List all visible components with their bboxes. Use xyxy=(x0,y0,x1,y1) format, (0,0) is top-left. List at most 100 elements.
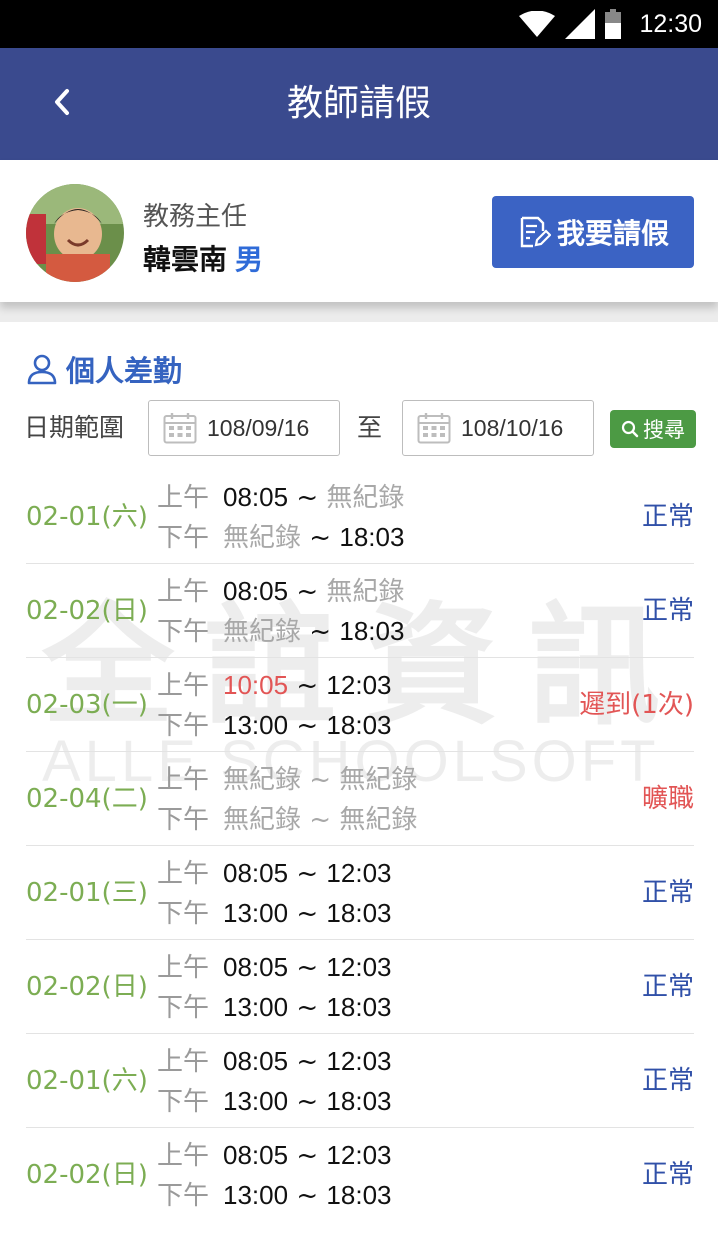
afternoon-line: 下午 13:00 ~ 18:03 xyxy=(157,708,392,742)
clock-out: 18:03 xyxy=(326,992,392,1022)
afternoon-label: 下午 xyxy=(157,617,210,647)
morning-label: 上午 xyxy=(157,1047,210,1077)
afternoon-label: 下午 xyxy=(157,805,210,835)
time-separator: ~ xyxy=(296,1047,319,1077)
time-separator: ~ xyxy=(296,1181,319,1211)
time-separator: ~ xyxy=(309,805,332,835)
clock-in: 13:00 xyxy=(223,898,289,928)
attendance-row[interactable]: 02-02(日) 上午 08:05 ~ 無紀錄 下午 無紀錄 ~ 18:03 正常 xyxy=(26,564,694,658)
afternoon-label: 下午 xyxy=(157,1181,210,1211)
time-separator: ~ xyxy=(296,671,319,701)
clock-out: 無紀錄 xyxy=(326,482,405,512)
page-title: 教師請假 xyxy=(286,83,431,124)
morning-line: 上午 08:05 ~ 12:03 xyxy=(157,856,392,890)
avatar xyxy=(26,184,124,282)
status-badge: 正常 xyxy=(641,878,694,908)
search-icon xyxy=(621,420,639,438)
clock-in: 10:05 xyxy=(223,670,289,700)
attendance-row[interactable]: 02-02(日) 上午 08:05 ~ 12:03 下午 13:00 ~ 18:03… xyxy=(26,940,694,1034)
start-date-field[interactable]: 108/09/16 xyxy=(148,400,340,456)
section-header: 個人差勤 xyxy=(26,348,182,390)
morning-line: 上午 08:05 ~ 12:03 xyxy=(157,950,392,984)
time-separator: ~ xyxy=(296,953,319,983)
clock-out: 18:03 xyxy=(326,710,392,740)
clock-out: 18:03 xyxy=(326,898,392,928)
afternoon-line: 下午 13:00 ~ 18:03 xyxy=(157,896,392,930)
clock-in: 13:00 xyxy=(223,1180,289,1210)
battery-icon xyxy=(605,9,622,39)
profile-card: 教務主任 韓雲南男 我要請假 xyxy=(0,160,718,302)
app-bar: 教師請假 xyxy=(0,48,718,160)
clock-in: 08:05 xyxy=(223,858,289,888)
time-separator: ~ xyxy=(309,523,332,553)
clock-out: 無紀錄 xyxy=(339,764,418,794)
user-icon xyxy=(27,354,57,385)
status-badge: 曠職 xyxy=(641,784,694,814)
request-leave-label: 我要請假 xyxy=(556,217,669,250)
clock-in: 無紀錄 xyxy=(223,764,302,794)
clock-in: 13:00 xyxy=(223,1086,289,1116)
time-separator: ~ xyxy=(296,711,319,741)
clock-in: 08:05 xyxy=(223,482,289,512)
morning-label: 上午 xyxy=(157,483,210,513)
time-separator: ~ xyxy=(296,1087,319,1117)
attendance-row[interactable]: 02-03(一) 上午 10:05 ~ 12:03 下午 13:00 ~ 18:03… xyxy=(26,658,694,752)
record-date: 02-02(日) xyxy=(26,596,148,626)
date-range-label: 日期範圍 xyxy=(24,413,125,442)
morning-line: 上午 08:05 ~ 無紀錄 xyxy=(157,574,404,608)
clock-out: 18:03 xyxy=(339,616,405,646)
edit-document-icon xyxy=(520,216,551,248)
afternoon-line: 下午 無紀錄 ~ 18:03 xyxy=(157,520,404,554)
attendance-row[interactable]: 02-01(六) 上午 08:05 ~ 12:03 下午 13:00 ~ 18:03… xyxy=(26,1034,694,1128)
search-label: 搜尋 xyxy=(643,418,685,442)
attendance-list: 02-01(六) 上午 08:05 ~ 無紀錄 下午 無紀錄 ~ 18:03 正常 … xyxy=(26,470,694,1222)
record-date: 02-03(一) xyxy=(26,690,148,720)
teacher-name-line: 韓雲南男 xyxy=(143,238,263,278)
section-title: 個人差勤 xyxy=(66,354,183,388)
morning-line: 上午 08:05 ~ 12:03 xyxy=(157,1044,392,1078)
status-badge: 正常 xyxy=(641,502,694,532)
clock-out: 12:03 xyxy=(326,1046,392,1076)
back-button[interactable] xyxy=(36,76,88,128)
record-date: 02-02(日) xyxy=(26,972,148,1002)
attendance-row[interactable]: 02-01(六) 上午 08:05 ~ 無紀錄 下午 無紀錄 ~ 18:03 正常 xyxy=(26,470,694,564)
clock-out: 12:03 xyxy=(326,952,392,982)
request-leave-button[interactable]: 我要請假 xyxy=(492,196,694,268)
time-separator: ~ xyxy=(309,765,332,795)
clock-in: 13:00 xyxy=(223,992,289,1022)
clock-out: 18:03 xyxy=(326,1180,392,1210)
search-button[interactable]: 搜尋 xyxy=(610,410,696,448)
morning-line: 上午 08:05 ~ 無紀錄 xyxy=(157,480,404,514)
end-date-field[interactable]: 108/10/16 xyxy=(402,400,594,456)
attendance-row[interactable]: 02-04(二) 上午 無紀錄 ~ 無紀錄 下午 無紀錄 ~ 無紀錄 曠職 xyxy=(26,752,694,846)
time-separator: ~ xyxy=(296,577,319,607)
status-badge: 正常 xyxy=(641,1066,694,1096)
chevron-left-icon xyxy=(55,89,69,115)
afternoon-label: 下午 xyxy=(157,523,210,553)
clock-out: 無紀錄 xyxy=(326,576,405,606)
status-badge: 遲到(1次) xyxy=(579,690,694,720)
time-separator: ~ xyxy=(309,617,332,647)
clock-in: 08:05 xyxy=(223,952,289,982)
clock-in: 無紀錄 xyxy=(223,522,302,552)
morning-label: 上午 xyxy=(157,671,210,701)
afternoon-label: 下午 xyxy=(157,993,210,1023)
status-badge: 正常 xyxy=(641,596,694,626)
section-divider xyxy=(0,302,718,322)
date-range-filter: 日期範圍 108/09/16 至 108/10/16 搜尋 xyxy=(24,400,696,456)
start-date-value: 108/09/16 xyxy=(207,414,310,441)
morning-label: 上午 xyxy=(157,1141,210,1171)
record-date: 02-04(二) xyxy=(26,784,148,814)
afternoon-line: 下午 無紀錄 ~ 18:03 xyxy=(157,614,404,648)
range-to-label: 至 xyxy=(357,413,383,442)
clock-in: 08:05 xyxy=(223,1046,289,1076)
end-date-value: 108/10/16 xyxy=(461,414,564,441)
signal-icon xyxy=(565,9,596,39)
attendance-row[interactable]: 02-01(三) 上午 08:05 ~ 12:03 下午 13:00 ~ 18:03… xyxy=(26,846,694,940)
clock-out: 12:03 xyxy=(326,1140,392,1170)
record-date: 02-01(六) xyxy=(26,502,148,532)
attendance-row[interactable]: 02-02(日) 上午 08:05 ~ 12:03 下午 13:00 ~ 18:03… xyxy=(26,1128,694,1222)
morning-label: 上午 xyxy=(157,859,210,889)
clock-out: 12:03 xyxy=(326,670,392,700)
morning-label: 上午 xyxy=(157,577,210,607)
